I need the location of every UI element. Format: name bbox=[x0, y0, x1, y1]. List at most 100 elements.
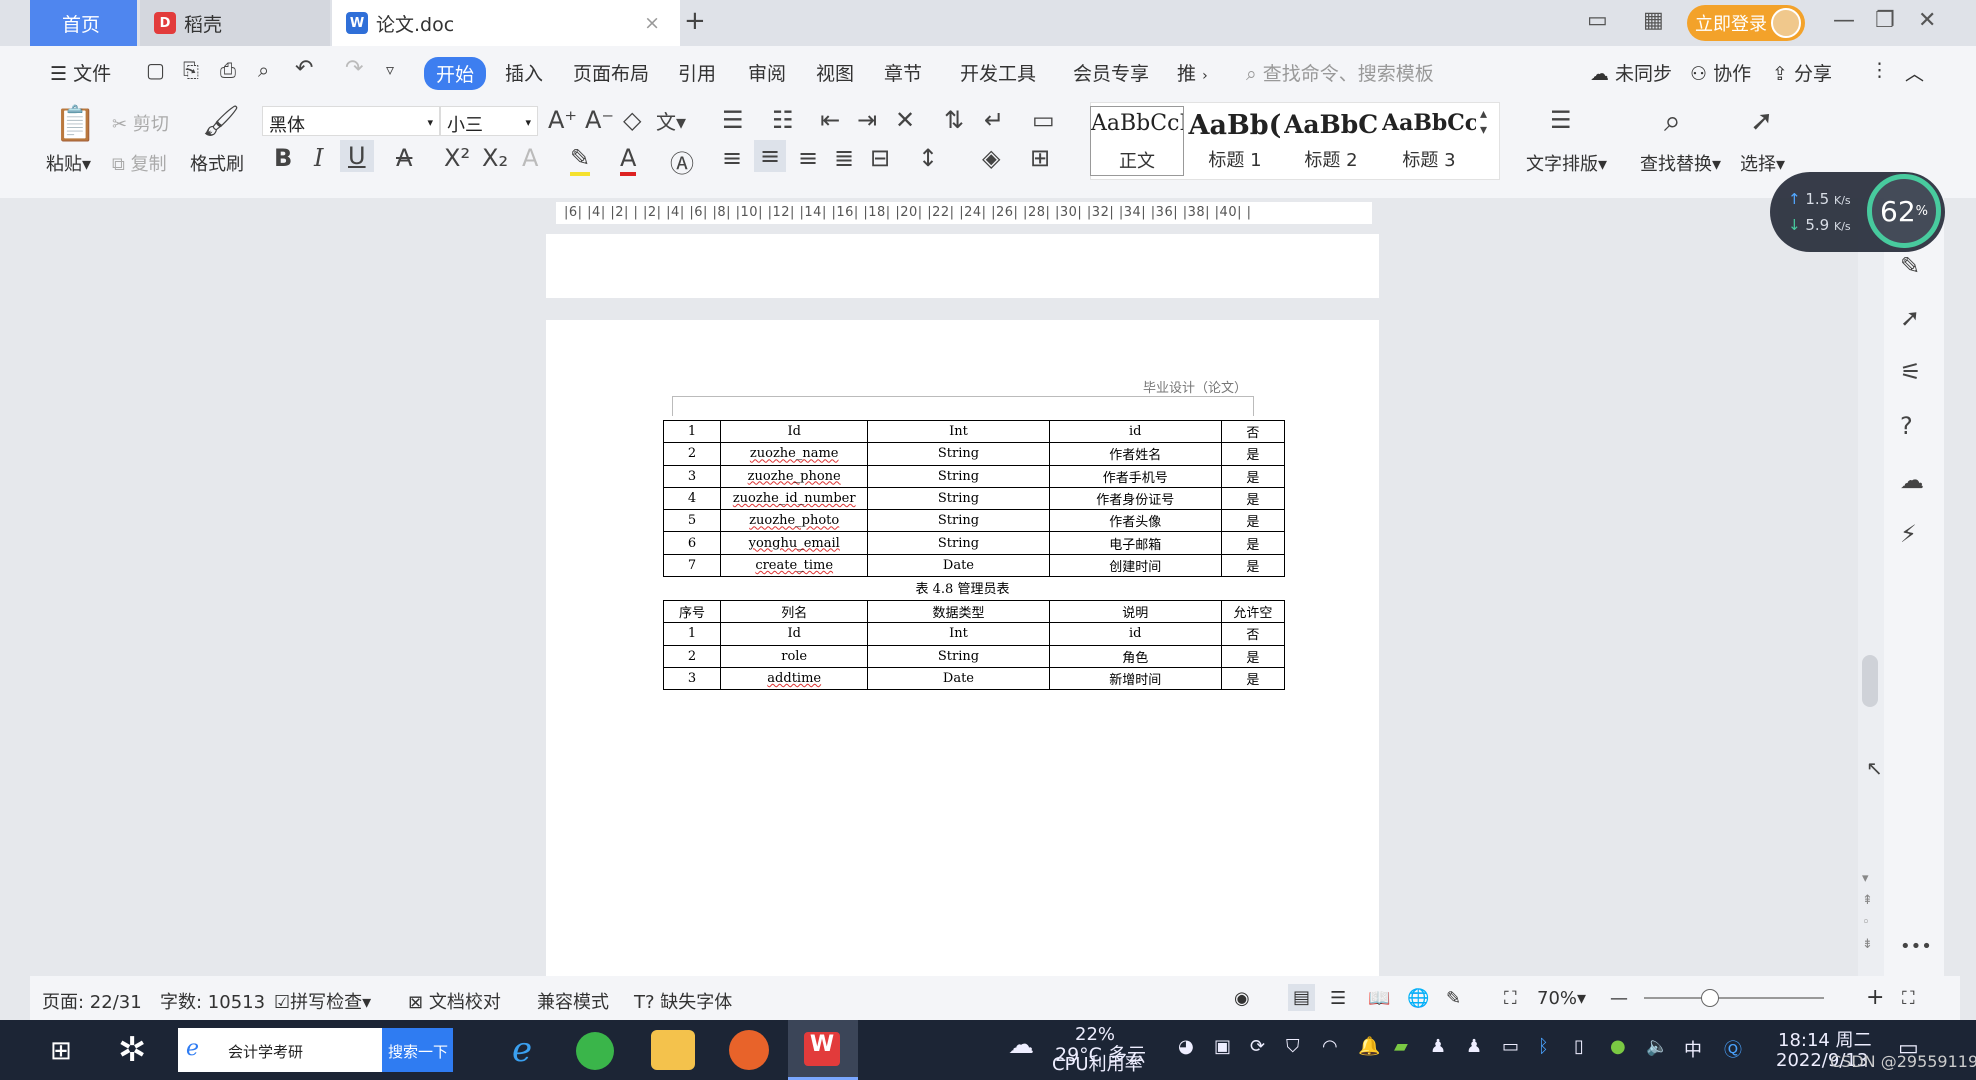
tray-sync-icon[interactable]: ⟳ bbox=[1250, 1036, 1265, 1057]
close-icon[interactable]: ✕ bbox=[1918, 8, 1936, 33]
line-spacing-icon[interactable]: ↕ bbox=[918, 144, 938, 172]
print-icon[interactable]: ⎙ bbox=[220, 58, 236, 82]
network-speed-widget[interactable]: ↑ 1.5 K/s ↓ 5.9 K/s 62% bbox=[1770, 172, 1945, 252]
copy-button[interactable]: ⧉ 复制 bbox=[112, 150, 167, 176]
fullscreen-icon[interactable]: ⛶ bbox=[1902, 988, 1915, 1009]
missing-font-button[interactable]: T? 缺失字体 bbox=[634, 988, 732, 1014]
volume-icon[interactable]: 🔈 bbox=[1646, 1036, 1668, 1057]
new-tab-icon[interactable]: + bbox=[684, 6, 706, 36]
read-view-icon[interactable]: 📖 bbox=[1368, 988, 1390, 1009]
ruler-toggle-icon[interactable]: ▭ bbox=[1032, 106, 1055, 134]
bullets-icon[interactable]: ☰ bbox=[722, 106, 744, 134]
paste-icon[interactable]: 📋 bbox=[54, 104, 96, 144]
menu-start[interactable]: 开始 bbox=[424, 57, 487, 90]
numbering-icon[interactable]: ☷ bbox=[772, 106, 794, 134]
bluetooth-icon[interactable]: ᛒ bbox=[1538, 1036, 1549, 1057]
redo-icon[interactable]: ↷ bbox=[345, 56, 363, 81]
menu-review[interactable]: 审阅 bbox=[748, 59, 786, 86]
align-center-icon[interactable]: ≡ bbox=[754, 140, 787, 172]
collapse-ribbon-icon[interactable]: ︿ bbox=[1905, 59, 1924, 86]
usb-icon[interactable]: ▯ bbox=[1574, 1036, 1584, 1057]
preview-icon[interactable]: ⌕ bbox=[258, 58, 269, 82]
collab-button[interactable]: ⚇ 协作 bbox=[1690, 59, 1751, 86]
nvidia-icon[interactable]: ▰ bbox=[1394, 1036, 1408, 1057]
zoom-slider-track[interactable] bbox=[1644, 997, 1824, 999]
wifi-icon[interactable]: ◠ bbox=[1322, 1036, 1338, 1057]
ime-indicator[interactable]: 中 bbox=[1684, 1036, 1702, 1062]
menu-member[interactable]: 会员专享 bbox=[1073, 59, 1149, 86]
shrink-font-icon[interactable]: A⁻ bbox=[585, 106, 614, 134]
decrease-indent-icon[interactable]: ⇤ bbox=[820, 106, 840, 134]
restore-icon[interactable]: ❐ bbox=[1875, 8, 1895, 33]
superscript-icon[interactable]: X² bbox=[444, 144, 470, 172]
taskbar-search-button[interactable]: 搜索一下 bbox=[382, 1028, 453, 1072]
menu-chapter[interactable]: 章节 bbox=[884, 59, 922, 86]
magnifier-icon[interactable]: ⌕ bbox=[1664, 104, 1681, 139]
help-icon[interactable]: ? bbox=[1900, 412, 1913, 440]
notification-icon[interactable]: 🔔 bbox=[1358, 1036, 1380, 1057]
sort-icon[interactable]: ⇅ bbox=[944, 106, 964, 134]
qq-icon-2[interactable]: ♟ bbox=[1466, 1036, 1482, 1057]
windows-start-icon[interactable]: ⊞ bbox=[50, 1036, 72, 1066]
style-heading-2[interactable]: AaBbC 标题 2 bbox=[1284, 106, 1378, 176]
tray-green-icon[interactable]: ● bbox=[1610, 1036, 1626, 1057]
file-explorer-icon[interactable] bbox=[651, 1030, 695, 1070]
drive-icon[interactable]: ▭ bbox=[1502, 1036, 1519, 1057]
line-break-icon[interactable]: ↵ bbox=[984, 106, 1004, 134]
zoom-in-icon[interactable]: + bbox=[1866, 985, 1884, 1010]
shading-icon[interactable]: ◈ bbox=[982, 144, 1000, 172]
eye-icon[interactable]: ◉ bbox=[1234, 988, 1250, 1009]
highlight-icon[interactable]: ✎ bbox=[570, 144, 591, 176]
char-border-icon[interactable]: Ⓐ bbox=[670, 144, 694, 179]
text-effect-icon[interactable]: A bbox=[522, 144, 538, 172]
scroll-nav-icon[interactable]: ▾ ⇞ ◦ ⇟ bbox=[1862, 868, 1873, 956]
select-button[interactable]: 选择▾ bbox=[1740, 150, 1785, 176]
vertical-scrollbar[interactable] bbox=[1858, 198, 1884, 976]
share-button[interactable]: ⇪ 分享 bbox=[1772, 59, 1832, 86]
style-scroll-icon[interactable]: ▴ ▾ bbox=[1480, 106, 1487, 138]
cut-button[interactable]: ✂ 剪切 bbox=[112, 110, 169, 136]
tab-home[interactable]: 首页 bbox=[30, 0, 137, 46]
menu-view[interactable]: 视图 bbox=[816, 59, 854, 86]
compat-mode[interactable]: 兼容模式 bbox=[537, 988, 609, 1014]
export-icon[interactable]: ⎘ bbox=[183, 58, 199, 82]
wps-taskbar-button[interactable]: W bbox=[788, 1020, 858, 1080]
menu-file[interactable]: ☰ 文件 bbox=[50, 59, 111, 86]
zoom-out-icon[interactable]: — bbox=[1610, 988, 1628, 1009]
menu-recommend[interactable]: 推 › bbox=[1177, 59, 1208, 86]
subscript-icon[interactable]: X₂ bbox=[482, 144, 508, 172]
command-search[interactable]: ⌕ 查找命令、搜索模板 bbox=[1246, 59, 1434, 86]
tab-close-icon[interactable]: × bbox=[644, 12, 660, 34]
app-mascot-icon[interactable] bbox=[729, 1030, 769, 1070]
align-right-icon[interactable]: ≡ bbox=[798, 144, 818, 172]
menu-developer[interactable]: 开发工具 bbox=[960, 59, 1036, 86]
strikethrough-icon[interactable]: A bbox=[396, 144, 412, 172]
menu-page-layout[interactable]: 页面布局 bbox=[573, 59, 649, 86]
page-view-icon[interactable]: ▤ bbox=[1288, 984, 1316, 1011]
increase-indent-icon[interactable]: ⇥ bbox=[857, 106, 877, 134]
zoom-slider-handle[interactable] bbox=[1701, 989, 1719, 1007]
ie-browser-icon[interactable]: ℯ bbox=[500, 1030, 544, 1070]
current-page[interactable]: 毕业设计（论文） 1 Id Int id 否 2 zuozhe_name String 作者姓名… bbox=[546, 320, 1379, 980]
horizontal-ruler[interactable]: |6| |4| |2| | |2| |4| |6| |8| |10| |12| … bbox=[556, 202, 1372, 224]
word-count[interactable]: 字数: 10513 bbox=[160, 988, 265, 1014]
browser-360-icon[interactable] bbox=[576, 1032, 614, 1070]
lightning-icon[interactable]: ⚡ bbox=[1900, 520, 1917, 548]
italic-icon[interactable]: I bbox=[314, 144, 323, 172]
more-menu-icon[interactable]: ⋮ bbox=[1870, 59, 1889, 81]
style-normal[interactable]: AaBbCcI 正文 bbox=[1090, 106, 1184, 176]
minimize-icon[interactable]: — bbox=[1833, 8, 1855, 33]
edit-icon[interactable]: ✎ bbox=[1900, 252, 1920, 280]
weather-icon[interactable]: ☁ bbox=[1008, 1030, 1034, 1060]
zoom-select[interactable]: 70%▾ bbox=[1537, 988, 1586, 1009]
page-indicator[interactable]: 页面: 22/31 bbox=[42, 988, 142, 1014]
sync-button[interactable]: ☁ 未同步 bbox=[1590, 59, 1672, 86]
tray-q-icon[interactable]: Ⓠ bbox=[1724, 1036, 1742, 1062]
login-button[interactable]: 立即登录 bbox=[1687, 5, 1805, 41]
tab-document[interactable]: W 论文.doc × bbox=[332, 0, 680, 46]
layout-icon[interactable]: ▭ bbox=[1587, 8, 1608, 33]
grow-font-icon[interactable]: A⁺ bbox=[548, 106, 577, 134]
fit-icon[interactable]: ⛶ bbox=[1504, 988, 1517, 1009]
tab-daoke[interactable]: D 稻壳 bbox=[140, 0, 330, 46]
tray-app-icon[interactable]: ◕ bbox=[1178, 1036, 1194, 1057]
